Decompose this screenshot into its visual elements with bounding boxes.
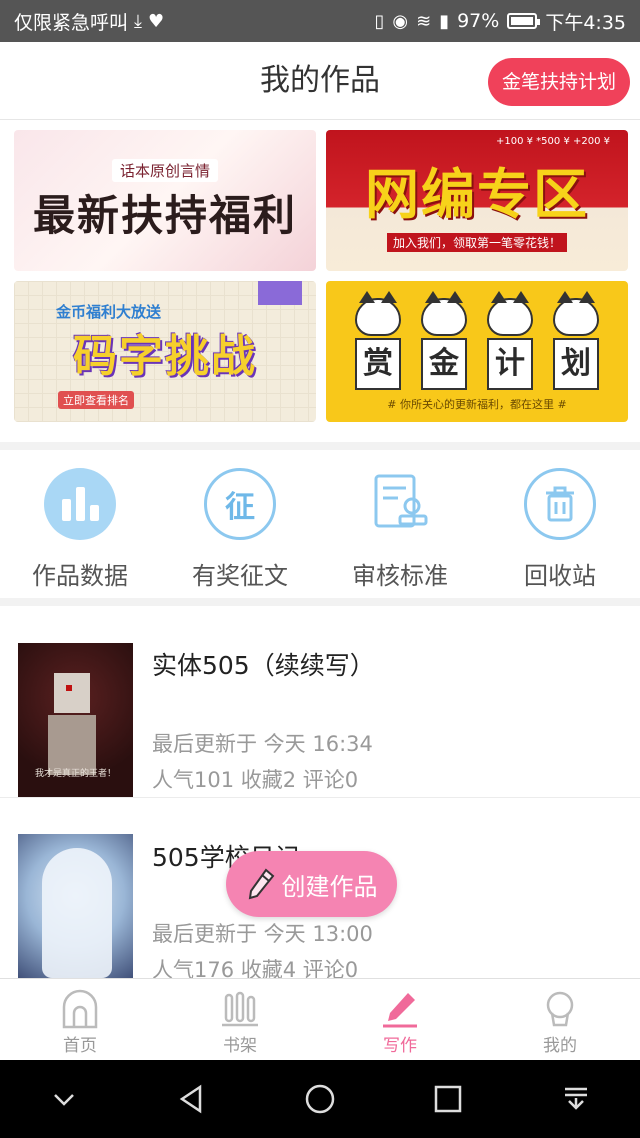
work-cover [18, 834, 133, 978]
heart-icon: ♥ [147, 10, 165, 32]
cat-sign: 赏 [352, 290, 404, 390]
signal-alert-icon: ▮ [439, 10, 450, 32]
clock: 下午4:35 [545, 11, 626, 34]
work-cover: 我才是真正的王者！ [18, 643, 133, 797]
tool-label: 审核标准 [352, 562, 448, 590]
status-bar: 仅限紧急呼叫 ⤓ ♥ ▯ ◉ ≋ ▮ 97% 下午4:35 [0, 0, 640, 42]
home-circle-icon[interactable] [300, 1079, 340, 1119]
recents-icon[interactable] [428, 1079, 468, 1119]
chevron-down-icon[interactable] [44, 1079, 84, 1119]
tab-bookshelf[interactable]: 书架 [160, 979, 320, 1060]
work-updated: 最后更新于 今天 13:00 [152, 922, 373, 946]
banner-support-welfare[interactable]: 话本原创言情 最新扶持福利 [14, 130, 316, 271]
tool-recycle-bin[interactable]: 回收站 [480, 450, 640, 598]
page-header: 我的作品 金笔扶持计划 [0, 42, 640, 120]
tool-contest[interactable]: 征 有奖征文 [160, 450, 320, 598]
works-list: 我才是真正的王者！ 实体505（续续写） 最后更新于 今天 16:34 人气10… [0, 606, 640, 978]
tool-row: 作品数据 征 有奖征文 审核标准 回收站 [0, 450, 640, 598]
tool-label: 回收站 [524, 562, 596, 590]
battery-percent: 97% [457, 10, 500, 32]
carrier-text: 仅限紧急呼叫 [14, 11, 129, 34]
battery-icon [507, 13, 541, 29]
tool-label: 作品数据 [32, 562, 128, 590]
bottom-tab-bar: 首页 书架 写作 我的 [0, 978, 640, 1060]
work-stats: 人气101 收藏2 评论0 [152, 768, 359, 792]
tab-label: 首页 [63, 1036, 97, 1056]
tab-label: 写作 [383, 1036, 417, 1056]
eye-icon: ◉ [392, 10, 409, 32]
notification-pull-icon[interactable] [556, 1079, 596, 1119]
decor-block [258, 281, 302, 305]
cat-icon [487, 290, 533, 336]
cover-caption: 我才是真正的王者！ [34, 769, 116, 779]
tab-profile[interactable]: 我的 [480, 979, 640, 1060]
bookshelf-icon [220, 987, 260, 1031]
tool-work-data[interactable]: 作品数据 [0, 450, 160, 598]
banner-subtitle: # 你所关心的更新福利，都在这里 # [387, 397, 567, 411]
work-updated: 最后更新于 今天 16:34 [152, 732, 373, 756]
profile-icon [540, 987, 580, 1031]
contest-icon: 征 [204, 468, 276, 540]
wifi-icon: ≋ [416, 10, 432, 32]
download-icon: ⤓ [134, 10, 142, 32]
home-icon [60, 987, 100, 1031]
banner-bounty-plan[interactable]: 赏 金 计 划 # 你所关心的更新福利，都在这里 # [326, 281, 628, 422]
work-item[interactable]: 我才是真正的王者！ 实体505（续续写） 最后更新于 今天 16:34 人气10… [0, 606, 640, 798]
banner-subtitle: 金币福利大放送 [56, 303, 162, 321]
plan-button[interactable]: 金笔扶持计划 [487, 58, 630, 106]
tab-label: 书架 [223, 1036, 257, 1056]
pencil-icon [248, 868, 274, 900]
cat-icon [355, 290, 401, 336]
banner-rewards: +100 ¥ *500 ¥ +200 ¥ [496, 136, 610, 147]
banner-title: 最新扶持福利 [32, 190, 297, 240]
tab-label: 我的 [543, 1036, 577, 1056]
banner-editor-zone[interactable]: +100 ¥ *500 ¥ +200 ¥ 网编专区 加入我们，领取第一笔零花钱！ [326, 130, 628, 271]
cat-icon [421, 290, 467, 336]
pencil-icon [380, 987, 420, 1031]
cat-sign: 计 [484, 290, 536, 390]
tab-writing[interactable]: 写作 [320, 979, 480, 1060]
cat-sign: 划 [550, 290, 602, 390]
tool-label: 有奖征文 [192, 562, 288, 590]
document-stamp-icon [364, 468, 436, 540]
cat-icon [553, 290, 599, 336]
create-work-label: 创建作品 [281, 872, 378, 901]
create-work-button[interactable]: 创建作品 [226, 851, 397, 917]
banner-typing-challenge[interactable]: 金币福利大放送 码字挑战 立即查看排名 [14, 281, 316, 422]
tool-review-standard[interactable]: 审核标准 [320, 450, 480, 598]
banner-subtitle: 加入我们，领取第一笔零花钱！ [386, 232, 567, 252]
cat-sign: 金 [418, 290, 470, 390]
banner-subtitle: 话本原创言情 [111, 158, 218, 182]
work-title: 实体505（续续写） [152, 651, 375, 680]
work-stats: 人气176 收藏4 评论0 [152, 958, 359, 978]
tab-home[interactable]: 首页 [0, 979, 160, 1060]
bar-chart-icon [44, 468, 116, 540]
system-nav-bar [0, 1060, 640, 1138]
vibrate-icon: ▯ [374, 10, 385, 32]
banner-title: 网编专区 [365, 162, 589, 226]
trash-icon [524, 468, 596, 540]
banner-grid: 话本原创言情 最新扶持福利 +100 ¥ *500 ¥ +200 ¥ 网编专区 … [0, 120, 640, 442]
banner-title: 码字挑战 [73, 330, 257, 382]
view-ranking-link: 立即查看排名 [58, 391, 134, 409]
back-icon[interactable] [172, 1079, 212, 1119]
